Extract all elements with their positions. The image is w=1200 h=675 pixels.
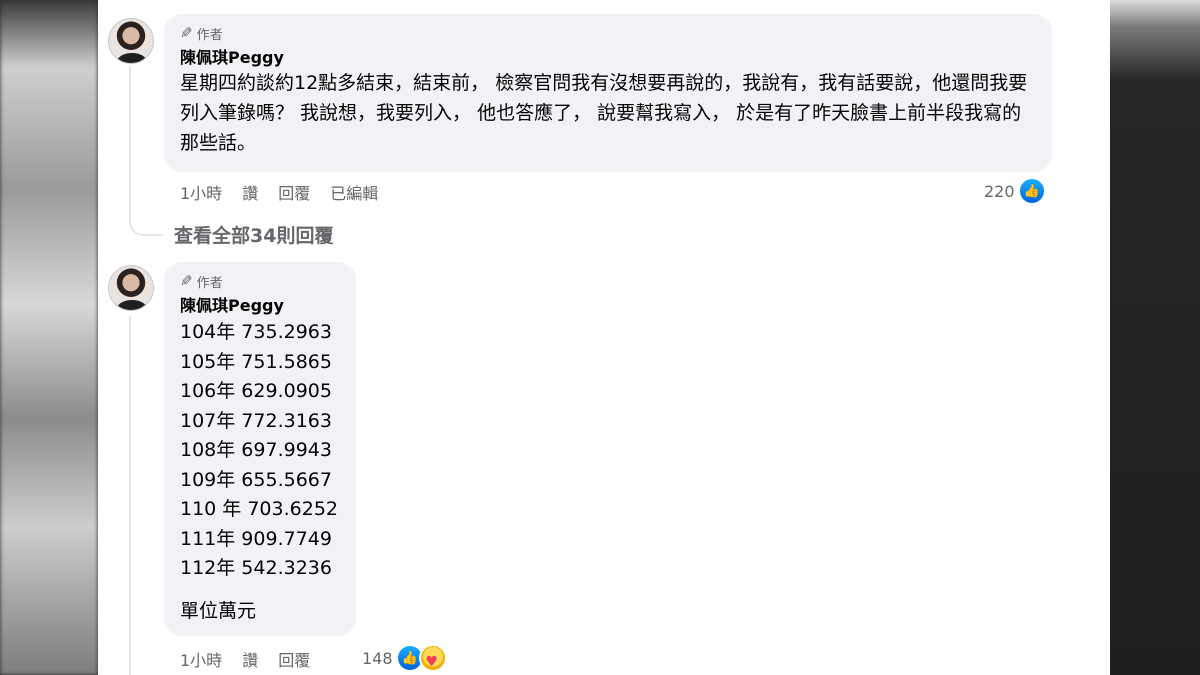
comment-line: 112年 542.3236 (180, 557, 332, 579)
comment-line: 111年 909.7749 (180, 527, 332, 550)
like-reaction-icon: 👍 (1017, 177, 1046, 205)
comment-bubble: ✎ 作者 陳佩琪Peggy 104年 735.2963 105年 751.586… (164, 262, 356, 636)
comment-line: 109年 655.5667 (180, 468, 332, 491)
comment-actions: 1小時 讚 回覆 已編輯 (180, 180, 378, 204)
reaction-summary[interactable]: 148 👍 (362, 644, 447, 672)
reply-button[interactable]: 回覆 (278, 647, 310, 671)
comment-line: 108年 697.9943 (180, 439, 332, 461)
blurred-background-right (1110, 0, 1200, 675)
comment-text: 104年 735.2963 105年 751.5865 106年 629.090… (180, 318, 340, 584)
comments-panel: ✎ 作者 陳佩琪Peggy 星期四約談約12點多結束，結束前， 檢察官問我有沒想… (98, 0, 1110, 675)
blurred-background-left (0, 0, 98, 675)
comment-author[interactable]: 陳佩琪Peggy (180, 48, 1036, 68)
comment-time[interactable]: 1小時 (180, 647, 222, 671)
care-reaction-icon (418, 644, 447, 672)
reaction-count: 220 (984, 181, 1015, 201)
comment-unit-note: 單位萬元 (180, 599, 257, 622)
thread-connector-curve (129, 208, 163, 236)
edited-label[interactable]: 已編輯 (330, 180, 378, 204)
reaction-summary[interactable]: 220 👍 (984, 177, 1046, 205)
comment-line: 110 年 703.6252 (180, 498, 339, 520)
comment-text: 星期四約談約12點多結束，結束前， 檢察官問我有沒想要再說的，我說有，我有話要說… (180, 72, 1028, 154)
author-badge: ✎ 作者 (180, 24, 1036, 43)
comment-author[interactable]: 陳佩琪Peggy (180, 296, 340, 316)
reply-button[interactable]: 回覆 (278, 180, 310, 204)
author-badge: ✎ 作者 (180, 272, 340, 291)
reaction-count: 148 (362, 648, 393, 668)
author-badge-label: 作者 (196, 275, 223, 291)
author-badge-label: 作者 (196, 27, 223, 43)
avatar[interactable] (108, 265, 154, 311)
comment-time[interactable]: 1小時 (180, 180, 222, 204)
comment-line: 105年 751.5865 (180, 350, 332, 373)
avatar[interactable] (108, 18, 154, 64)
comment-bubble: ✎ 作者 陳佩琪Peggy 星期四約談約12點多結束，結束前， 檢察官問我有沒想… (164, 14, 1052, 172)
thread-line-bottom (129, 316, 131, 675)
comment-line: 104年 735.2963 (180, 321, 332, 343)
pencil-icon: ✎ (180, 24, 193, 42)
comment-actions: 1小時 讚 回覆 (180, 647, 310, 671)
like-button[interactable]: 讚 (242, 180, 258, 204)
comment-line: 106年 629.0905 (180, 380, 332, 402)
like-button[interactable]: 讚 (242, 647, 258, 671)
comment-line: 107年 772.3163 (180, 409, 332, 432)
pencil-icon: ✎ (180, 272, 193, 290)
view-all-replies-link[interactable]: 查看全部34則回覆 (174, 221, 333, 248)
thread-line-top (129, 66, 131, 210)
